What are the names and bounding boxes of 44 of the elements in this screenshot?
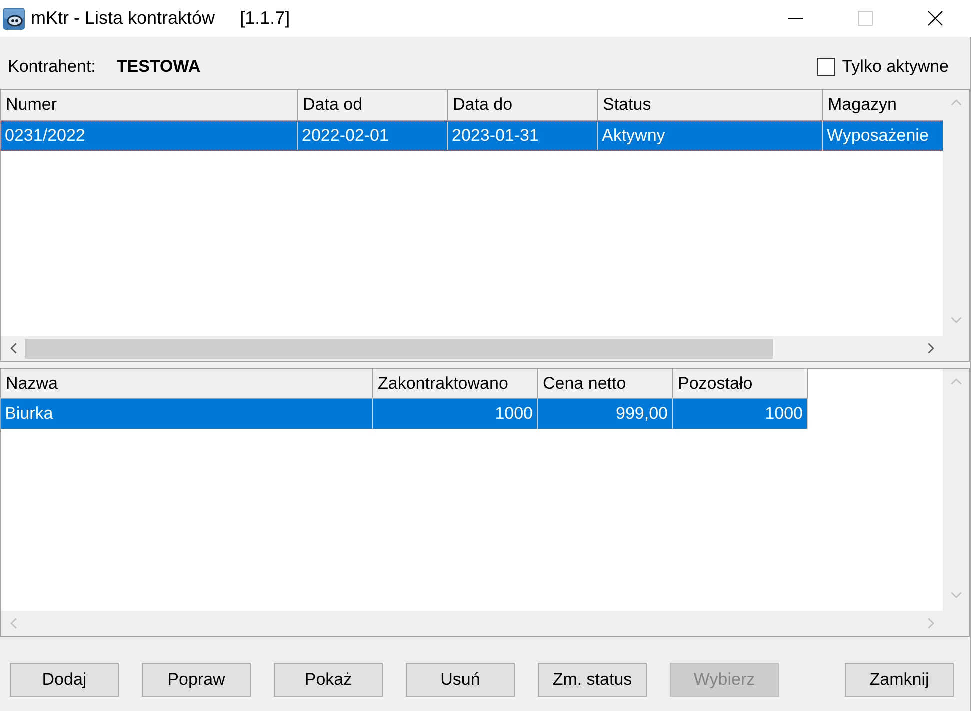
table-cell: 1000: [673, 399, 808, 429]
chevron-right-icon[interactable]: [928, 343, 934, 354]
chevron-down-icon[interactable]: [950, 317, 962, 324]
dialog-button[interactable]: Zamknij: [845, 663, 954, 697]
table-cell: 2023-01-31: [448, 121, 598, 151]
window-title: mKtr - Lista kontraktów: [31, 8, 216, 29]
column-header[interactable]: Zakontraktowano: [373, 369, 538, 399]
column-header[interactable]: Magazyn: [823, 90, 944, 121]
dialog-button[interactable]: Dodaj: [10, 663, 119, 697]
table-cell: Biurka: [1, 399, 373, 429]
contractor-label: Kontrahent:: [8, 57, 96, 77]
vertical-scrollbar[interactable]: [943, 369, 969, 611]
column-header[interactable]: Cena netto: [538, 369, 673, 399]
column-header[interactable]: Numer: [1, 90, 298, 121]
dialog-button[interactable]: Popraw: [142, 663, 251, 697]
checkbox-label[interactable]: Tylko aktywne: [842, 57, 949, 77]
scrollbar-thumb[interactable]: [25, 338, 773, 358]
column-header[interactable]: Data od: [298, 90, 448, 121]
horizontal-scrollbar[interactable]: [1, 336, 943, 361]
dialog-button[interactable]: Pokaż: [274, 663, 383, 697]
app-icon: [3, 8, 25, 30]
chevron-left-icon[interactable]: [10, 343, 16, 354]
checkbox[interactable]: [817, 58, 836, 76]
dialog-button[interactable]: Zm. status: [538, 663, 647, 697]
table-cell: 2022-02-01: [298, 121, 448, 151]
dialog-button[interactable]: Usuń: [406, 663, 515, 697]
version-label: [1.1.7]: [240, 8, 290, 29]
chevron-up-icon[interactable]: [950, 378, 962, 385]
minimize-icon[interactable]: [788, 18, 802, 19]
column-header[interactable]: Status: [598, 90, 823, 121]
table-row[interactable]: Biurka 1000 999,00 1000: [1, 399, 808, 429]
chevron-up-icon[interactable]: [950, 99, 962, 106]
chevron-down-icon[interactable]: [950, 592, 962, 599]
column-header[interactable]: Pozostało: [673, 369, 808, 399]
table-cell: 0231/2022: [1, 121, 298, 151]
table-cell: 999,00: [538, 399, 673, 429]
vertical-scrollbar[interactable]: [943, 90, 969, 336]
column-header[interactable]: Nazwa: [1, 369, 373, 399]
column-header[interactable]: Data do: [448, 90, 598, 121]
table-row[interactable]: 0231/2022 2022-02-01 2023-01-31 Aktywny Wyposażenie: [1, 121, 944, 151]
table-cell: Aktywny: [598, 121, 823, 151]
table-cell: 1000: [373, 399, 538, 429]
contractor-name: TESTOWA: [116, 57, 201, 77]
close-icon[interactable]: [928, 11, 942, 26]
